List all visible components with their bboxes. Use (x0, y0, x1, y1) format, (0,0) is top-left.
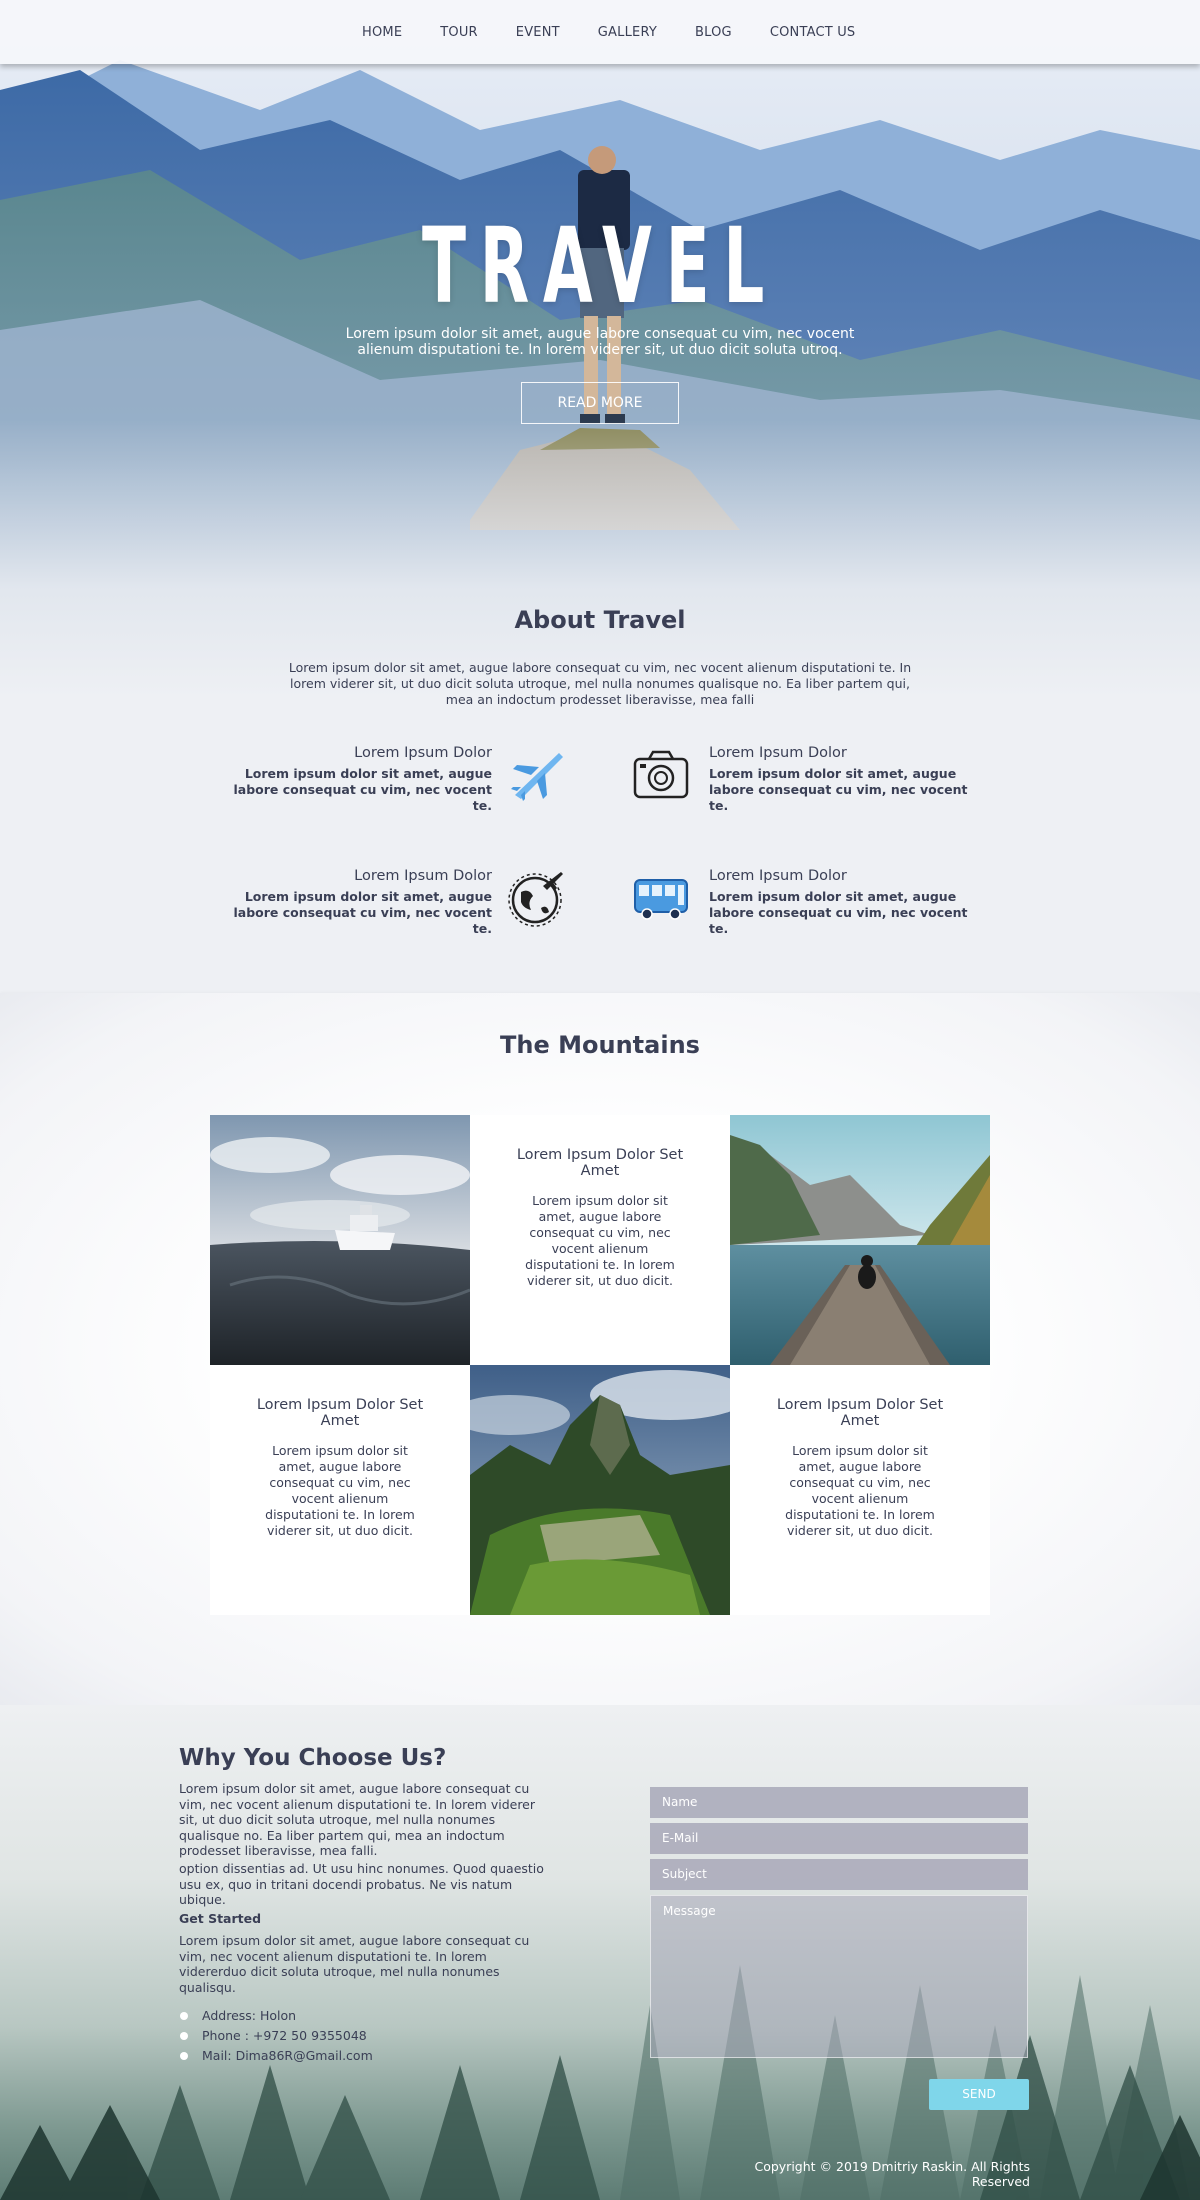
get-started-text: Lorem ipsum dolor sit amet, augue labore… (179, 1933, 530, 1995)
machu-picchu-photo (470, 1365, 730, 1615)
nav-contact-us[interactable]: CONTACT US (770, 25, 856, 40)
bus-icon (634, 879, 688, 920)
bullet-icon (180, 2032, 188, 2040)
about-text: Lorem ipsum dolor sit amet, augue labore… (288, 660, 912, 707)
bullet-icon (180, 2012, 188, 2020)
feature-text: Lorem ipsum dolor sit amet, augue labore… (709, 766, 968, 813)
feature-item: Lorem Ipsum Dolor Lorem ipsum dolor sit … (227, 868, 492, 937)
contact-phone-text: Phone : +972 50 9355048 (202, 2028, 367, 2043)
copyright-text: Copyright © 2019 Dmitriy Raskin. All Rig… (754, 2159, 1030, 2189)
mountain-card: Lorem Ipsum Dolor Set Amet Lorem ipsum d… (470, 1115, 730, 1365)
nav-blog[interactable]: BLOG (695, 25, 732, 40)
contact-phone: Phone : +972 50 9355048 (180, 2026, 373, 2046)
message-field[interactable]: Message (650, 1895, 1028, 2058)
feature-text: Lorem ipsum dolor sit amet, augue labore… (709, 889, 968, 936)
nav-links: HOME TOUR EVENT GALLERY BLOG CONTACT US (362, 0, 893, 64)
feature-text: Lorem ipsum dolor sit amet, augue labore… (233, 766, 492, 813)
card-text: Lorem ipsum dolor sit amet, augue labore… (525, 1193, 675, 1288)
nav-event[interactable]: EVENT (516, 25, 560, 40)
why-title: Why You Choose Us? (179, 1745, 447, 1771)
airplane-icon (511, 753, 563, 801)
card-title: Lorem Ipsum Dolor Set Amet (776, 1397, 944, 1429)
card-title: Lorem Ipsum Dolor Set Amet (516, 1147, 684, 1179)
mountains-grid: Lorem Ipsum Dolor Set Amet Lorem ipsum d… (210, 1115, 990, 1615)
contact-address: Address: Holon (180, 2006, 373, 2026)
hero-text: Lorem ipsum dolor sit amet, augue labore… (345, 326, 855, 358)
feature-title: Lorem Ipsum Dolor (709, 745, 847, 761)
feature-title: Lorem Ipsum Dolor (354, 868, 492, 884)
nav-home[interactable]: HOME (362, 25, 402, 40)
subject-field[interactable]: Subject (650, 1859, 1028, 1890)
feature-item: Lorem Ipsum Dolor Lorem ipsum dolor sit … (709, 868, 974, 937)
card-text: Lorem ipsum dolor sit amet, augue labore… (785, 1443, 935, 1538)
contact-mail-text: Mail: Dima86R@Gmail.com (202, 2048, 373, 2063)
card-title: Lorem Ipsum Dolor Set Amet (256, 1397, 424, 1429)
feature-title: Lorem Ipsum Dolor (354, 745, 492, 761)
why-text-2: option dissentias ad. Ut usu hinc nonume… (179, 1861, 544, 1907)
contact-list: Address: Holon Phone : +972 50 9355048 M… (180, 2006, 373, 2066)
read-more-button[interactable]: READ MORE (521, 382, 679, 424)
feature-title: Lorem Ipsum Dolor (709, 868, 847, 884)
mountain-card: Lorem Ipsum Dolor Set Amet Lorem ipsum d… (730, 1365, 990, 1615)
card-text: Lorem ipsum dolor sit amet, augue labore… (265, 1443, 415, 1538)
feature-text: Lorem ipsum dolor sit amet, augue labore… (233, 889, 492, 936)
nav-gallery[interactable]: GALLERY (598, 25, 657, 40)
contact-mail: Mail: Dima86R@Gmail.com (180, 2046, 373, 2066)
feature-item: Lorem Ipsum Dolor Lorem ipsum dolor sit … (227, 745, 492, 814)
send-button[interactable]: SEND (929, 2079, 1029, 2110)
get-started-title: Get Started (179, 1911, 262, 1926)
bullet-icon (180, 2052, 188, 2060)
yacht-photo (210, 1115, 470, 1365)
top-navbar: HOME TOUR EVENT GALLERY BLOG CONTACT US (0, 0, 1200, 64)
lake-pier-photo (730, 1115, 990, 1365)
nav-tour[interactable]: TOUR (440, 25, 478, 40)
globe-plane-icon (508, 872, 563, 927)
why-text: Lorem ipsum dolor sit amet, augue labore… (179, 1781, 536, 1858)
hero-title: TRAVEL (421, 205, 779, 327)
camera-icon (633, 750, 689, 799)
email-field[interactable]: E-Mail (650, 1823, 1028, 1854)
name-field[interactable]: Name (650, 1787, 1028, 1818)
feature-item: Lorem Ipsum Dolor Lorem ipsum dolor sit … (709, 745, 974, 814)
contact-address-text: Address: Holon (202, 2008, 297, 2023)
mountain-card: Lorem Ipsum Dolor Set Amet Lorem ipsum d… (210, 1365, 470, 1615)
about-title: About Travel (514, 606, 686, 634)
mountains-title: The Mountains (500, 1031, 700, 1059)
